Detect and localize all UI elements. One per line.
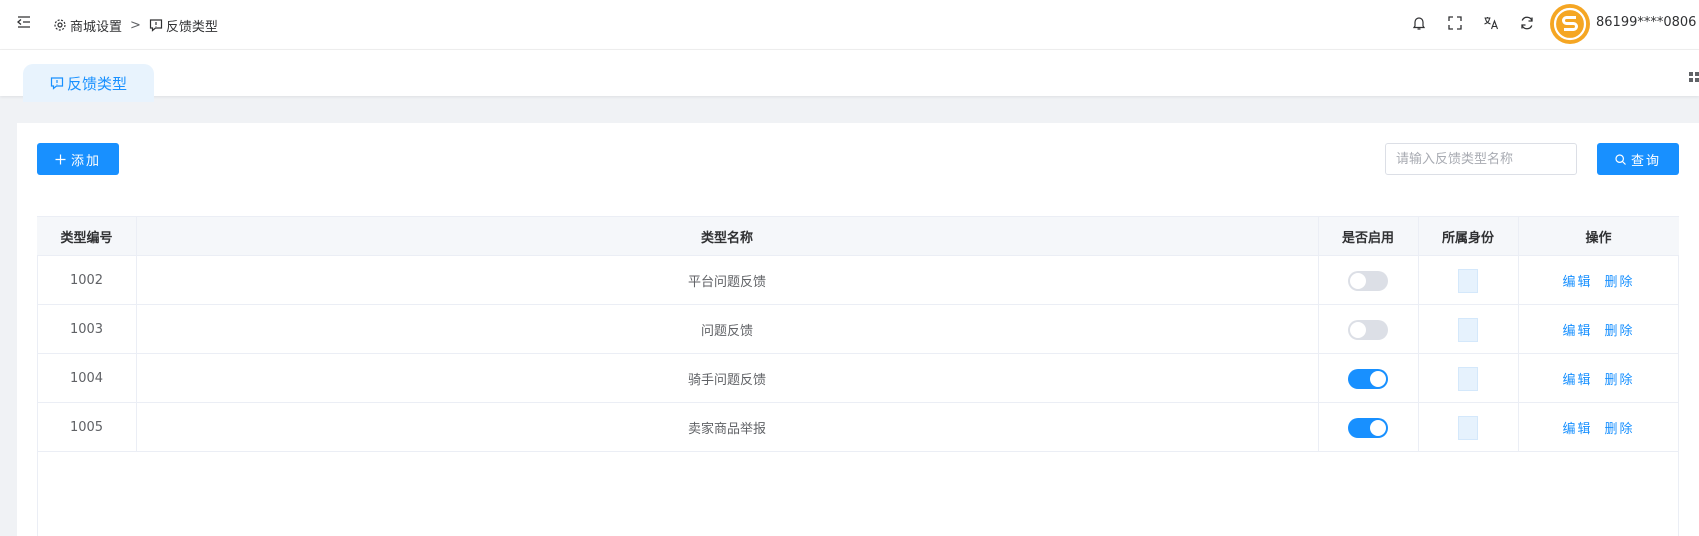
query-button[interactable]: 查询	[1597, 143, 1679, 175]
delete-link[interactable]: 删除	[1605, 418, 1635, 437]
user-menu[interactable]: 86199****0806	[1596, 14, 1699, 30]
edit-link[interactable]: 编辑	[1562, 271, 1592, 290]
cell-type-name: 问题反馈	[700, 324, 753, 339]
enable-toggle-cell	[1318, 403, 1418, 452]
fullscreen-icon[interactable]	[1447, 15, 1463, 31]
edit-link[interactable]: 编辑	[1562, 418, 1592, 437]
gear-icon	[54, 19, 66, 31]
enable-toggle-cell	[1318, 256, 1418, 305]
column-header-enabled: 是否启用	[1341, 230, 1394, 246]
row-actions: 编辑 删除	[1518, 256, 1679, 305]
cell-type-name: 卖家商品举报	[687, 422, 766, 437]
tab-label: 反馈类型	[66, 74, 127, 93]
identity-cell	[1418, 403, 1518, 452]
row-divider	[37, 451, 1679, 452]
search-icon	[1615, 153, 1626, 165]
row-actions: 编辑 删除	[1518, 403, 1679, 452]
column-header-name: 类型名称	[700, 230, 753, 246]
column-header-id: 类型编号	[60, 230, 113, 246]
edit-link[interactable]: 编辑	[1562, 320, 1592, 339]
toggle-knob	[1350, 272, 1366, 289]
delete-link[interactable]: 删除	[1605, 369, 1635, 388]
identity-tag	[1458, 268, 1478, 293]
query-button-label: 查询	[1630, 153, 1661, 169]
tab-feedback-type[interactable]: 反馈类型	[23, 64, 154, 102]
add-button-label: 添加	[70, 153, 101, 169]
toggle-knob	[1370, 419, 1386, 436]
row-actions: 编辑 删除	[1518, 305, 1679, 354]
grid-menu-icon[interactable]	[1689, 70, 1699, 84]
refresh-icon[interactable]	[1519, 15, 1535, 31]
cell-type-id: 1004	[69, 371, 104, 386]
cell-type-name: 平台问题反馈	[687, 275, 766, 290]
menu-fold-icon[interactable]	[16, 14, 32, 30]
add-button[interactable]: 添加	[37, 143, 119, 175]
toggle-knob	[1370, 370, 1386, 387]
delete-link[interactable]: 删除	[1605, 320, 1635, 339]
breadcrumb: 商城设置 > 反馈类型	[53, 15, 218, 35]
message-icon	[149, 19, 163, 32]
row-actions: 编辑 删除	[1518, 354, 1679, 403]
top-header: 商城设置 > 反馈类型 86199****0806	[0, 0, 1699, 50]
column-header-actions: 操作	[1585, 230, 1612, 246]
enable-toggle-cell	[1318, 354, 1418, 403]
translate-icon[interactable]	[1483, 15, 1499, 31]
tags-bar	[0, 50, 1699, 96]
plus-icon	[55, 154, 66, 164]
identity-tag	[1458, 317, 1478, 342]
identity-cell	[1418, 354, 1518, 403]
username: 86199****0806	[1596, 15, 1697, 30]
enable-toggle[interactable]	[1348, 319, 1388, 340]
avatar-logo-icon	[1553, 7, 1587, 41]
identity-tag	[1458, 415, 1478, 440]
breadcrumb-item-mall-settings[interactable]: 商城设置	[70, 16, 122, 35]
bell-icon[interactable]	[1411, 15, 1427, 31]
identity-tag	[1458, 366, 1478, 391]
identity-cell	[1418, 305, 1518, 354]
cell-type-id: 1003	[69, 322, 104, 337]
toggle-knob	[1350, 321, 1366, 338]
edit-link[interactable]: 编辑	[1562, 369, 1592, 388]
column-header-identity: 所属身份	[1441, 230, 1494, 246]
delete-link[interactable]: 删除	[1605, 271, 1635, 290]
message-icon	[50, 77, 64, 90]
enable-toggle[interactable]	[1348, 368, 1388, 389]
breadcrumb-separator: >	[130, 17, 141, 33]
identity-cell	[1418, 256, 1518, 305]
cell-type-name: 骑手问题反馈	[687, 373, 766, 388]
enable-toggle[interactable]	[1348, 417, 1388, 438]
cell-type-id: 1005	[69, 420, 104, 435]
search-input[interactable]	[1385, 143, 1577, 175]
breadcrumb-item-feedback-type: 反馈类型	[165, 19, 218, 35]
enable-toggle-cell	[1318, 305, 1418, 354]
avatar[interactable]	[1550, 4, 1590, 44]
cell-type-id: 1002	[69, 273, 104, 288]
enable-toggle[interactable]	[1348, 270, 1388, 291]
